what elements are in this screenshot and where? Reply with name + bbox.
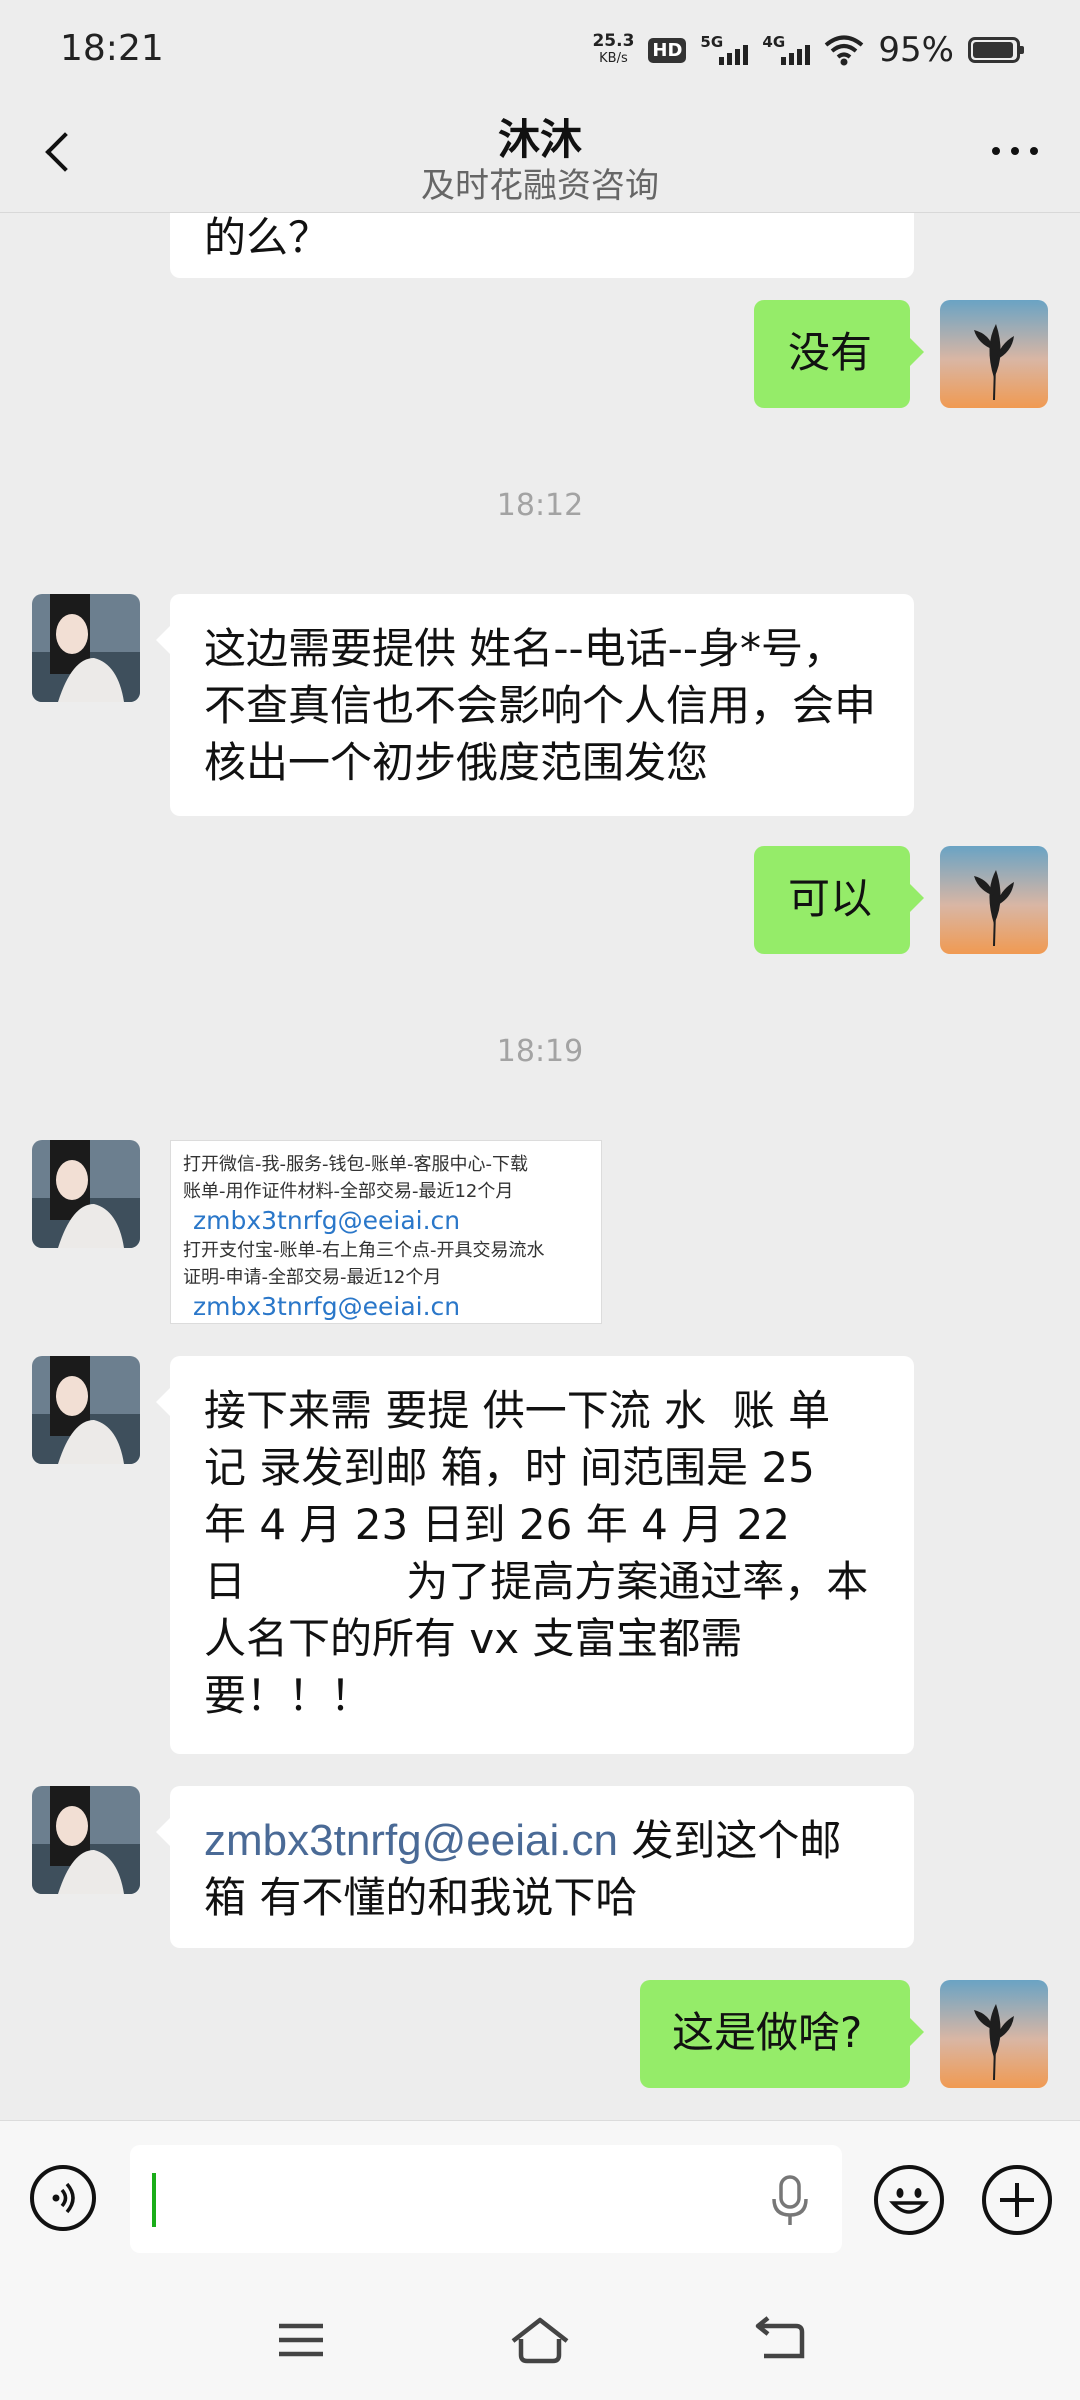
menu-icon [279, 2323, 323, 2357]
message-text: 的么？ [204, 213, 331, 262]
emoji-icon [889, 2188, 929, 2214]
image-email: zmbx3tnrfg@eeiai.cn [193, 1292, 461, 1321]
text-cursor [152, 2173, 156, 2227]
status-bar: 18:21 25.3 KB/s HD 5G 4G 95% [0, 0, 1080, 100]
image-text-line: 账单-用作证件材料-全部交易-最近12个月 [183, 1181, 514, 1202]
emoji-button[interactable] [874, 2165, 944, 2235]
system-nav-bar [0, 2282, 1080, 2400]
message-bubble-outgoing[interactable]: 没有 [754, 300, 924, 408]
battery-icon [968, 37, 1024, 63]
home-nav-button[interactable] [505, 2308, 575, 2372]
message-bubble-outgoing[interactable]: 这是做啥? [640, 1980, 924, 2088]
image-message[interactable]: 打开微信-我-服务-钱包-账单-客服中心-下载 账单-用作证件材料-全部交易-最… [170, 1140, 602, 1324]
signal-4g-icon: 4G [762, 33, 811, 65]
contact-avatar[interactable] [32, 1140, 140, 1248]
message-bubble-incoming[interactable]: 接下来需 要提 供一下流 水 账 单 记 录发到邮 箱，时 间范围是 25 年 … [156, 1356, 914, 1754]
message-bubble-incoming[interactable]: 这边需要提供 姓名--电话--身*号，不查真信也不会影响个人信用，会申核出一个初… [156, 594, 914, 816]
status-time: 18:21 [60, 28, 164, 69]
email-link[interactable]: zmbx3tnrfg@eeiai.cn [204, 1816, 618, 1865]
back-nav-button[interactable] [745, 2308, 815, 2372]
image-email: zmbx3tnrfg@eeiai.cn [193, 1206, 461, 1235]
microphone-icon[interactable] [770, 2173, 810, 2229]
message-text-line: 日 为了提高方案通过率，本 [204, 1557, 869, 1606]
network-speed-unit: KB/s [599, 51, 628, 66]
message-text-line: 人名下的所有 vx 支富宝都需 [204, 1614, 743, 1663]
back-nav-icon [755, 2316, 805, 2359]
my-avatar[interactable] [940, 846, 1048, 954]
contact-avatar[interactable] [32, 594, 140, 702]
image-text-line: 证明-申请-全部交易-最近12个月 [183, 1267, 442, 1288]
message-text: 发到这个邮 [617, 1816, 842, 1865]
message-text: 没有 [788, 328, 873, 377]
battery-percent: 95% [878, 30, 954, 70]
image-text-line: 打开支付宝-账单-右上角三个点-开具交易流水 [183, 1240, 545, 1261]
message-text: 可以 [788, 874, 873, 923]
message-bubble-outgoing[interactable]: 可以 [754, 846, 924, 954]
my-avatar[interactable] [940, 300, 1048, 408]
image-text-line: 打开微信-我-服务-钱包-账单-客服中心-下载 [183, 1154, 528, 1175]
plus-button[interactable] [982, 2165, 1052, 2235]
chat-subtitle: 及时花融资咨询 [421, 166, 659, 206]
home-icon [511, 2317, 569, 2364]
chat-header: 沐沐 及时花融资咨询 [0, 100, 1080, 213]
signal-5g-icon: 5G [700, 33, 749, 65]
timestamp: 18:12 [496, 488, 584, 523]
contact-avatar[interactable] [32, 1786, 140, 1894]
hd-icon: HD [648, 37, 687, 63]
menu-nav-button[interactable] [266, 2308, 336, 2372]
message-text: 这是做啥? [672, 2008, 863, 2057]
message-bubble-incoming[interactable]: 的么？ [170, 212, 914, 278]
status-icons: 25.3 KB/s HD 5G 4G 95% [592, 30, 1024, 70]
timestamp: 18:19 [496, 1034, 584, 1069]
message-text-line: 年 4 月 23 日到 26 年 4 月 22 [204, 1500, 790, 1549]
message-list[interactable]: 的么？ 没有 18:12 这边需要提供 姓名--电话--身*号，不查真信也不会影… [0, 212, 1080, 2120]
wifi-icon [825, 35, 864, 66]
message-text: 箱 有不懂的和我说下哈 [204, 1873, 638, 1922]
message-text-line: 记 录发到邮 箱，时 间范围是 25 [204, 1443, 815, 1492]
message-text: 这边需要提供 姓名--电话--身*号，不查真信也不会影响个人信用，会申核出一个初… [204, 624, 877, 787]
message-text-line: 接下来需 要提 供一下流 水 账 单 [204, 1386, 831, 1435]
my-avatar[interactable] [940, 1980, 1048, 2088]
message-text-line: 要！！！ [204, 1671, 373, 1720]
plus-icon [1000, 2183, 1034, 2217]
voice-icon [52, 2182, 75, 2214]
network-speed-value: 25.3 [592, 31, 635, 51]
network-speed: 25.3 KB/s [592, 32, 634, 68]
message-bubble-incoming[interactable]: zmbx3tnrfg@eeiai.cn 发到这个邮 箱 有不懂的和我说下哈 [156, 1786, 914, 1948]
voice-button[interactable] [30, 2165, 96, 2231]
more-options-button[interactable] [980, 136, 1050, 166]
input-bar [0, 2120, 1080, 2283]
contact-avatar[interactable] [32, 1356, 140, 1464]
message-input[interactable] [130, 2145, 842, 2253]
